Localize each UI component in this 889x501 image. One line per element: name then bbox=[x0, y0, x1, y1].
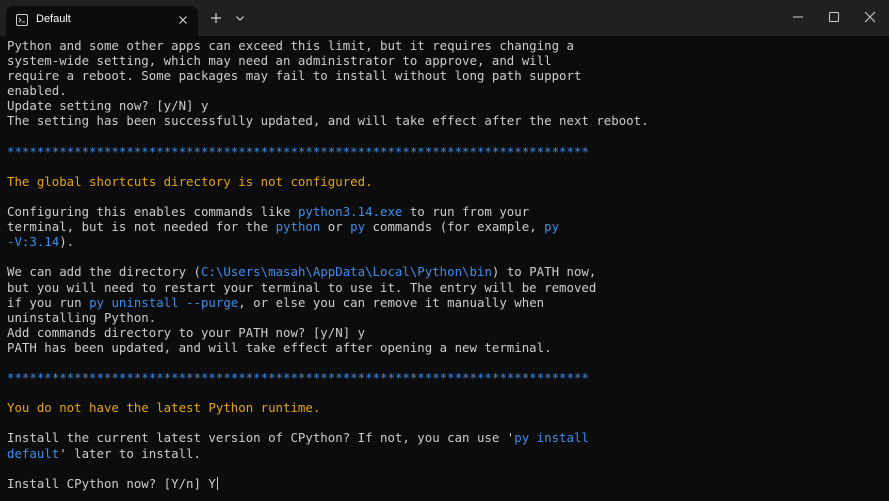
title-bar: Default bbox=[0, 0, 889, 36]
terminal-line: -V:3.14). bbox=[7, 234, 883, 249]
terminal-text: uninstalling Python. bbox=[7, 309, 157, 325]
close-icon[interactable] bbox=[175, 12, 191, 28]
terminal-text: Add commands directory to your PATH now?… bbox=[7, 324, 366, 340]
terminal-line: Update setting now? [y/N] y bbox=[7, 98, 883, 113]
terminal-text: py bbox=[350, 219, 366, 235]
terminal-text: Python and some other apps can exceed th… bbox=[7, 38, 574, 53]
terminal-text: commands (for example, bbox=[365, 219, 545, 235]
terminal-text: The global shortcuts directory is not co… bbox=[7, 173, 373, 189]
terminal-text: Install CPython now? [Y/n] Y bbox=[7, 475, 216, 491]
terminal-text: Install the current latest version of CP… bbox=[7, 430, 515, 446]
terminal-text: ****************************************… bbox=[7, 143, 589, 159]
terminal-line: enabled. bbox=[7, 83, 883, 98]
terminal-text: ) to PATH now, bbox=[491, 264, 597, 280]
terminal-text: -V:3.14 bbox=[7, 234, 60, 250]
terminal-text: require a reboot. Some packages may fail… bbox=[7, 68, 582, 84]
terminal-text: but you will need to restart your termin… bbox=[7, 279, 597, 295]
terminal-line: Install the current latest version of CP… bbox=[7, 430, 883, 445]
terminal-text: Update setting now? [y/N] y bbox=[7, 98, 209, 114]
terminal-text: ****************************************… bbox=[7, 370, 589, 386]
terminal-line: default' later to install. bbox=[7, 446, 883, 461]
terminal-line: Install CPython now? [Y/n] Y bbox=[7, 476, 883, 491]
tab-default[interactable]: Default bbox=[6, 6, 198, 36]
terminal-text: or bbox=[320, 219, 351, 235]
terminal-output[interactable]: Python and some other apps can exceed th… bbox=[7, 38, 883, 498]
terminal-line: ****************************************… bbox=[7, 370, 883, 385]
terminal-line: The global shortcuts directory is not co… bbox=[7, 174, 883, 189]
terminal-text: terminal, but is not needed for the bbox=[7, 219, 276, 235]
terminal-window: Default Python and some other apps can e… bbox=[0, 0, 889, 501]
terminal-text: enabled. bbox=[7, 83, 67, 99]
terminal-line: PATH has been updated, and will take eff… bbox=[7, 340, 883, 355]
terminal-text: python bbox=[275, 219, 321, 235]
terminal-line: uninstalling Python. bbox=[7, 310, 883, 325]
close-icon[interactable] bbox=[856, 6, 884, 28]
terminal-text: The setting has been successfully update… bbox=[7, 113, 649, 129]
maximize-icon[interactable] bbox=[820, 6, 848, 28]
tab-title: Default bbox=[36, 13, 71, 25]
terminal-text: py bbox=[544, 219, 560, 235]
terminal-line: require a reboot. Some packages may fail… bbox=[7, 68, 883, 83]
terminal-text: C:\Users\masah\AppData\Local\Python\bin bbox=[200, 264, 492, 280]
terminal-line: We can add the directory (C:\Users\masah… bbox=[7, 264, 883, 279]
chevron-down-icon[interactable] bbox=[232, 10, 248, 26]
terminal-line: Configuring this enables commands like p… bbox=[7, 204, 883, 219]
terminal-line: Add commands directory to your PATH now?… bbox=[7, 325, 883, 340]
terminal-text: to run from your bbox=[402, 204, 530, 220]
terminal-text: if you run bbox=[7, 294, 90, 310]
terminal-line: Python and some other apps can exceed th… bbox=[7, 38, 883, 53]
terminal-text: PATH has been updated, and will take eff… bbox=[7, 339, 552, 355]
terminal-text: ). bbox=[59, 234, 75, 250]
terminal-text: system-wide setting, which may need an a… bbox=[7, 53, 552, 69]
terminal-text: py uninstall --purge bbox=[89, 294, 239, 310]
terminal-line: You do not have the latest Python runtim… bbox=[7, 400, 883, 415]
terminal-text: default bbox=[7, 445, 60, 461]
terminal-line: if you run py uninstall --purge, or else… bbox=[7, 295, 883, 310]
text-cursor bbox=[216, 476, 218, 490]
terminal-line: ****************************************… bbox=[7, 144, 883, 159]
terminal-text: python3.14.exe bbox=[297, 204, 403, 220]
terminal-line: system-wide setting, which may need an a… bbox=[7, 53, 883, 68]
plus-icon[interactable] bbox=[208, 10, 224, 26]
minimize-icon[interactable] bbox=[784, 6, 812, 28]
terminal-line: but you will need to restart your termin… bbox=[7, 280, 883, 295]
terminal-text: , or else you can remove it manually whe… bbox=[238, 294, 545, 310]
terminal-text: You do not have the latest Python runtim… bbox=[7, 400, 321, 416]
terminal-line: The setting has been successfully update… bbox=[7, 113, 883, 128]
terminal-text: We can add the directory ( bbox=[7, 264, 201, 280]
terminal-line: terminal, but is not needed for the pyth… bbox=[7, 219, 883, 234]
terminal-text: Configuring this enables commands like bbox=[7, 204, 298, 220]
terminal-text: ' later to install. bbox=[59, 445, 201, 461]
terminal-icon bbox=[16, 14, 28, 26]
terminal-text: py install bbox=[514, 430, 589, 446]
